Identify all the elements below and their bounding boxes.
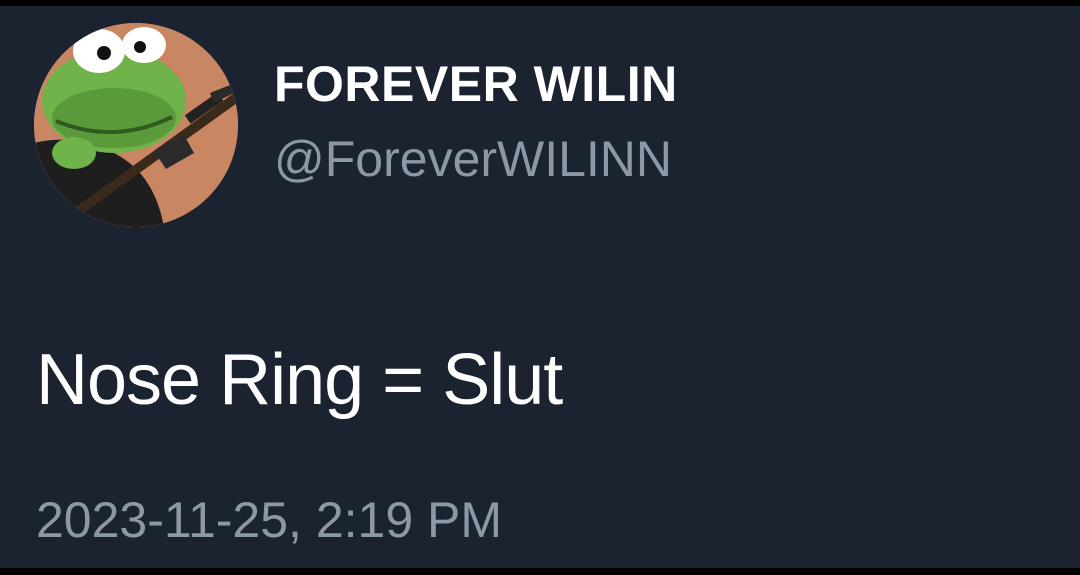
frog-avatar-icon [34,23,238,227]
user-handle[interactable]: @ForeverWILINN [274,130,672,188]
tweet-timestamp[interactable]: 2023-11-25, 2:19 PM [36,491,502,549]
avatar[interactable] [34,23,238,227]
tweet-text: Nose Ring = Slut [36,340,563,420]
tweet-card: FOREVER WILIN @ForeverWILINN Nose Ring =… [0,6,1080,568]
display-name[interactable]: FOREVER WILIN [274,55,678,113]
